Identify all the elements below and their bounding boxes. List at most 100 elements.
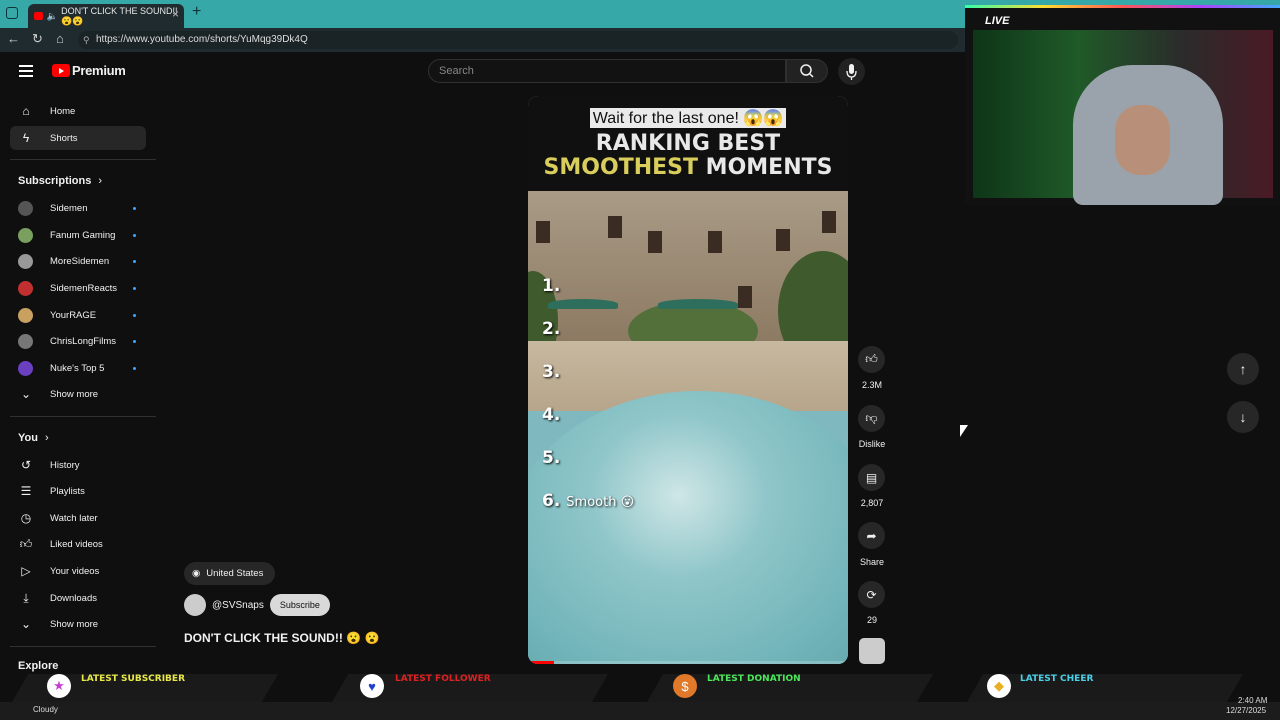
subscriptions-heading[interactable]: Subscriptions › (18, 175, 102, 187)
sidebar-item-sidemenreacts[interactable]: SidemenReacts (10, 276, 146, 300)
close-tab-icon[interactable]: × (172, 7, 179, 21)
search-icon (800, 64, 814, 78)
share-button[interactable]: ➦ (858, 522, 885, 549)
chevron-right-icon: › (45, 432, 49, 444)
chevron-down-icon: ⌄ (20, 387, 32, 401)
new-tab-icon[interactable]: + (192, 3, 201, 21)
progress-fill (528, 661, 554, 664)
sidebar-item-moresidemen[interactable]: MoreSidemen (10, 249, 146, 273)
channel-avatar (18, 253, 33, 269)
site-info-icon[interactable]: ⚲ (83, 31, 90, 49)
channel-avatar (18, 200, 33, 216)
search-button[interactable] (786, 59, 828, 83)
channel-avatar[interactable] (184, 594, 206, 616)
star-icon: ★ (47, 674, 71, 698)
clock-date[interactable]: 12/27/2025 (1226, 706, 1266, 715)
sidebar-item-label: Fanum Gaming (50, 229, 116, 241)
sidebar-item-chrislongfilms[interactable]: ChrisLongFilms (10, 329, 146, 353)
sidebar-show-more[interactable]: ⌄ Show more (10, 382, 146, 406)
channel-avatar (18, 307, 33, 323)
audio-source-thumbnail[interactable] (859, 638, 885, 664)
dislike-button[interactable]: 👎︎ (858, 405, 885, 432)
location-chip[interactable]: ◉ United States (184, 562, 276, 585)
shorts-icon: ϟ (22, 131, 30, 145)
sidebar-item-yourrage[interactable]: YourRAGE (10, 303, 146, 327)
new-content-dot (133, 367, 136, 370)
channel-avatar (18, 280, 33, 296)
speaker-icon[interactable]: 🔈 (47, 11, 58, 22)
like-button[interactable]: 👍︎ (858, 346, 885, 373)
you-heading[interactable]: You › (18, 432, 49, 444)
pool-water (528, 391, 848, 664)
youtube-premium-logo[interactable]: Premium (52, 63, 126, 78)
sidebar-item-label: Watch later (50, 512, 98, 524)
sidebar-show-more-2[interactable]: ⌄ Show more (10, 612, 146, 636)
sidebar-item-label: History (50, 459, 80, 471)
divider (10, 646, 156, 647)
sidebar-item-label: SidemenReacts (50, 282, 118, 294)
browser-tab[interactable]: 🔈 DON'T CLICK THE SOUND!!😮😮 × (28, 4, 184, 28)
location-label: United States (206, 568, 264, 579)
sidebar-item-label: YourRAGE (50, 309, 97, 321)
comment-count: 2,807 (860, 498, 884, 508)
sidebar-item-history[interactable]: ↺ History (10, 453, 146, 477)
rank-label: 1. (542, 276, 561, 296)
sidebar-item-nukes-top-5[interactable]: Nuke's Top 5 (10, 356, 146, 380)
sidebar-item-watch-later[interactable]: ◷ Watch later (10, 506, 146, 530)
like-count: 2.3M (861, 380, 882, 390)
share-label: Share (859, 557, 885, 567)
video-progress-bar[interactable] (528, 661, 848, 664)
sidebar-item-label: Show more (50, 388, 99, 400)
history-icon: ↺ (20, 458, 32, 472)
sidebar-item-home[interactable]: ⌂ Home (10, 99, 146, 123)
sidebar-item-your-videos[interactable]: ▷ Your videos (10, 559, 146, 583)
short-video-player[interactable]: Wait for the last one! 😱😱 RANKING BEST S… (528, 96, 848, 664)
window-menu-icon[interactable] (6, 7, 18, 19)
new-content-dot (133, 260, 136, 263)
stream-alert-bar (0, 666, 1280, 706)
sidebar-item-fanum-gaming[interactable]: Fanum Gaming (10, 223, 146, 247)
previous-video-button[interactable]: ↑ (1227, 353, 1259, 385)
sidebar: ⌂ Home ϟ Shorts Subscriptions › Sidemen … (0, 97, 158, 677)
url-field[interactable]: ⚲ https://www.youtube.com/shorts/YuMqg39… (78, 31, 958, 49)
next-video-button[interactable]: ↓ (1227, 401, 1259, 433)
thumbs-up-icon: 👍︎ (865, 352, 878, 366)
latest-follower-label: LATEST FOLLOWER (395, 674, 491, 684)
search-input[interactable]: Search (428, 59, 786, 83)
sidebar-item-shorts[interactable]: ϟ Shorts (10, 126, 146, 150)
url-text: https://www.youtube.com/shorts/YuMqg39Dk… (96, 34, 308, 45)
back-icon[interactable]: ← (7, 31, 20, 46)
video-headline-line2: SMOOTHEST MOMENTS (543, 155, 833, 180)
sidebar-item-label: Downloads (50, 592, 97, 604)
rank-six: 6. Smooth 😮 (542, 491, 635, 511)
weather-label[interactable]: Cloudy (33, 705, 58, 714)
clock-time[interactable]: 2:40 AM (1238, 696, 1267, 705)
microphone-icon (846, 64, 857, 80)
hamburger-menu-icon[interactable] (19, 65, 33, 77)
sidebar-item-sidemen[interactable]: Sidemen (10, 196, 146, 220)
sidebar-item-liked-videos[interactable]: 👍︎ Liked videos (10, 532, 146, 556)
comments-button[interactable]: ▤ (858, 464, 885, 491)
video-headline-line1: RANKING BEST (595, 131, 781, 156)
video-title[interactable]: DON'T CLICK THE SOUND!! 😮 😮 (184, 631, 379, 645)
youtube-play-icon (52, 64, 70, 77)
logo-text: Premium (72, 63, 126, 78)
home-icon[interactable]: ⌂ (56, 31, 64, 46)
rank-label: 2. (542, 319, 561, 339)
sidebar-item-playlists[interactable]: ☰ Playlists (10, 479, 146, 503)
voice-search-button[interactable] (838, 58, 865, 85)
divider (10, 159, 156, 160)
channel-avatar (18, 333, 33, 349)
channel-name[interactable]: @SVSnaps (212, 600, 264, 611)
heart-icon: ♥ (360, 674, 384, 698)
download-icon: ⤓ (23, 590, 29, 605)
reload-icon[interactable]: ↻ (32, 31, 43, 47)
sidebar-item-downloads[interactable]: ⤓ Downloads (10, 586, 146, 610)
latest-subscriber-label: LATEST SUBSCRIBER (81, 674, 185, 684)
subscribe-button[interactable]: Subscribe (269, 594, 330, 616)
streamer-face (1115, 105, 1170, 175)
video-icon: ▷ (21, 564, 31, 578)
channel-avatar (18, 360, 33, 376)
sidebar-item-label: Liked videos (50, 538, 103, 550)
remix-button[interactable]: ⟳ (858, 581, 885, 608)
